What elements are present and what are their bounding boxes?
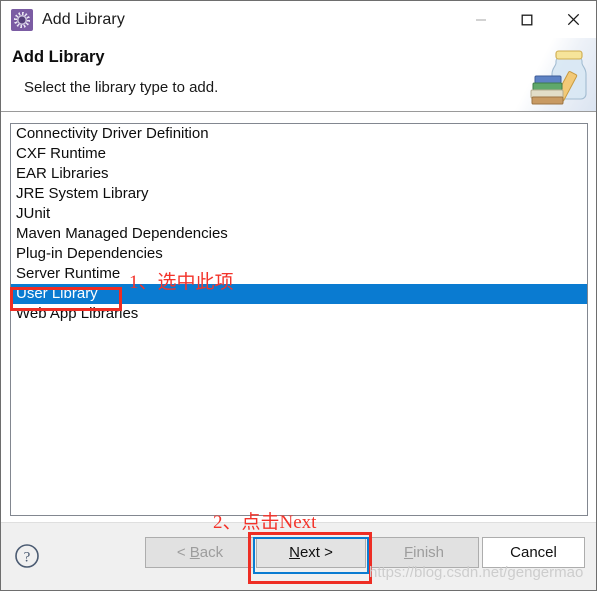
title-bar: Add Library (1, 1, 596, 38)
close-button[interactable] (550, 1, 596, 38)
page-title: Add Library (12, 48, 105, 66)
list-item[interactable]: Web App Libraries (11, 304, 587, 324)
list-item[interactable]: Plug-in Dependencies (11, 244, 587, 264)
wizard-header: Add Library Select the library type to a… (1, 38, 596, 112)
cancel-button[interactable]: Cancel (482, 537, 585, 568)
dialog-footer: ? < Back Next > Finish Cancel (1, 522, 596, 590)
back-button[interactable]: < Back (145, 537, 255, 568)
jar-with-books-icon (498, 38, 596, 111)
list-item[interactable]: Server Runtime (11, 264, 587, 284)
list-item[interactable]: JRE System Library (11, 184, 587, 204)
window-controls (458, 1, 596, 38)
finish-button[interactable]: Finish (369, 537, 479, 568)
maximize-button[interactable] (504, 1, 550, 38)
list-item[interactable]: CXF Runtime (11, 144, 587, 164)
help-icon[interactable]: ? (14, 543, 40, 574)
list-item[interactable]: EAR Libraries (11, 164, 587, 184)
minimize-button[interactable] (458, 1, 504, 38)
list-item[interactable]: Connectivity Driver Definition (11, 124, 587, 144)
list-item[interactable]: JUnit (11, 204, 587, 224)
list-item-selected[interactable]: User Library (11, 284, 587, 304)
svg-text:?: ? (24, 550, 31, 566)
list-item[interactable]: Maven Managed Dependencies (11, 224, 587, 244)
eclipse-library-icon (11, 8, 33, 31)
page-subtitle: Select the library type to add. (24, 79, 219, 96)
window-title: Add Library (42, 10, 125, 28)
add-library-dialog: Add Library Add Library Select the libra… (0, 0, 597, 591)
library-type-list[interactable]: Connectivity Driver Definition CXF Runti… (10, 123, 588, 516)
next-button[interactable]: Next > (256, 537, 366, 568)
